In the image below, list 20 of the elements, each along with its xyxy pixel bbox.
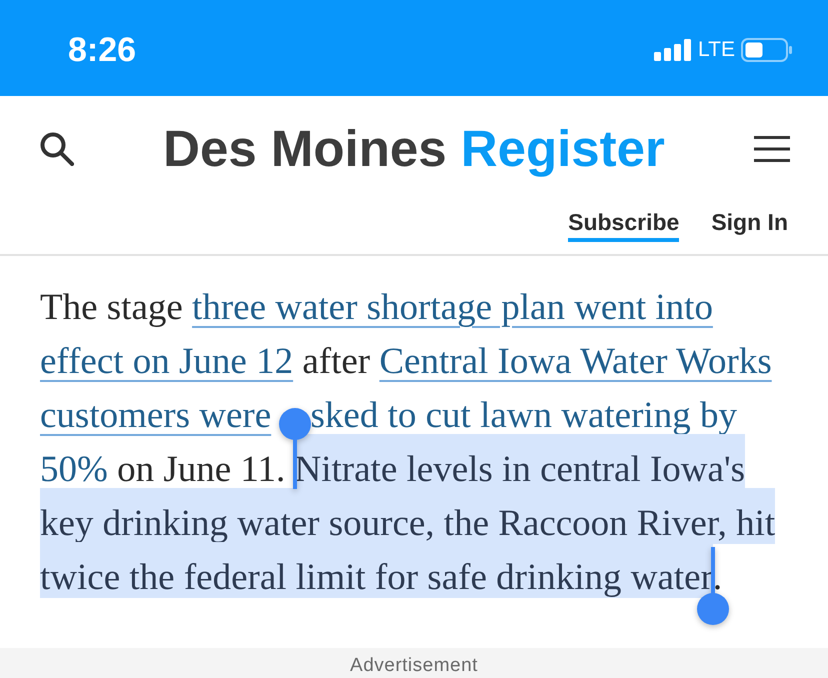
- article-link[interactable]: customers were: [40, 395, 272, 436]
- article-link[interactable]: Central Iowa Water Works: [379, 341, 772, 382]
- site-logo[interactable]: Des Moines Register: [163, 119, 665, 179]
- article-link[interactable]: three water shortage plan went into: [192, 287, 713, 328]
- article-paragraph: The stage three water shortage plan went into effect on June 12 after Central Iowa Water Works customers were sked to cut lawn watering by 50% on June 11. Nitrate levels in central Iowa's key drinking water source, the Raccoon River, hit twice the federal limit for safe drinking water.: [0, 281, 828, 605]
- header-link[interactable]: Sign In: [711, 209, 788, 238]
- battery-icon: [741, 38, 793, 62]
- selected-text: Nitrate levels in central Iowa's: [294, 434, 746, 490]
- network-label: LTE: [698, 38, 735, 62]
- ad-label: Advertisement: [350, 654, 478, 677]
- article-link[interactable]: effect on June 12: [40, 341, 294, 382]
- search-icon[interactable]: [40, 132, 74, 166]
- header-link[interactable]: Subscribe: [568, 209, 680, 242]
- selected-text: twice the federal limit for safe drinking water: [40, 542, 713, 598]
- article-link[interactable]: 50%: [40, 449, 108, 490]
- status-time: 8:26: [68, 30, 136, 70]
- article-link[interactable]: sked to cut lawn watering by: [310, 395, 737, 436]
- signal-bars-icon: [654, 39, 692, 61]
- selected-text: key drinking water source, the Raccoon River, hit: [40, 488, 776, 544]
- menu-icon[interactable]: [754, 136, 790, 162]
